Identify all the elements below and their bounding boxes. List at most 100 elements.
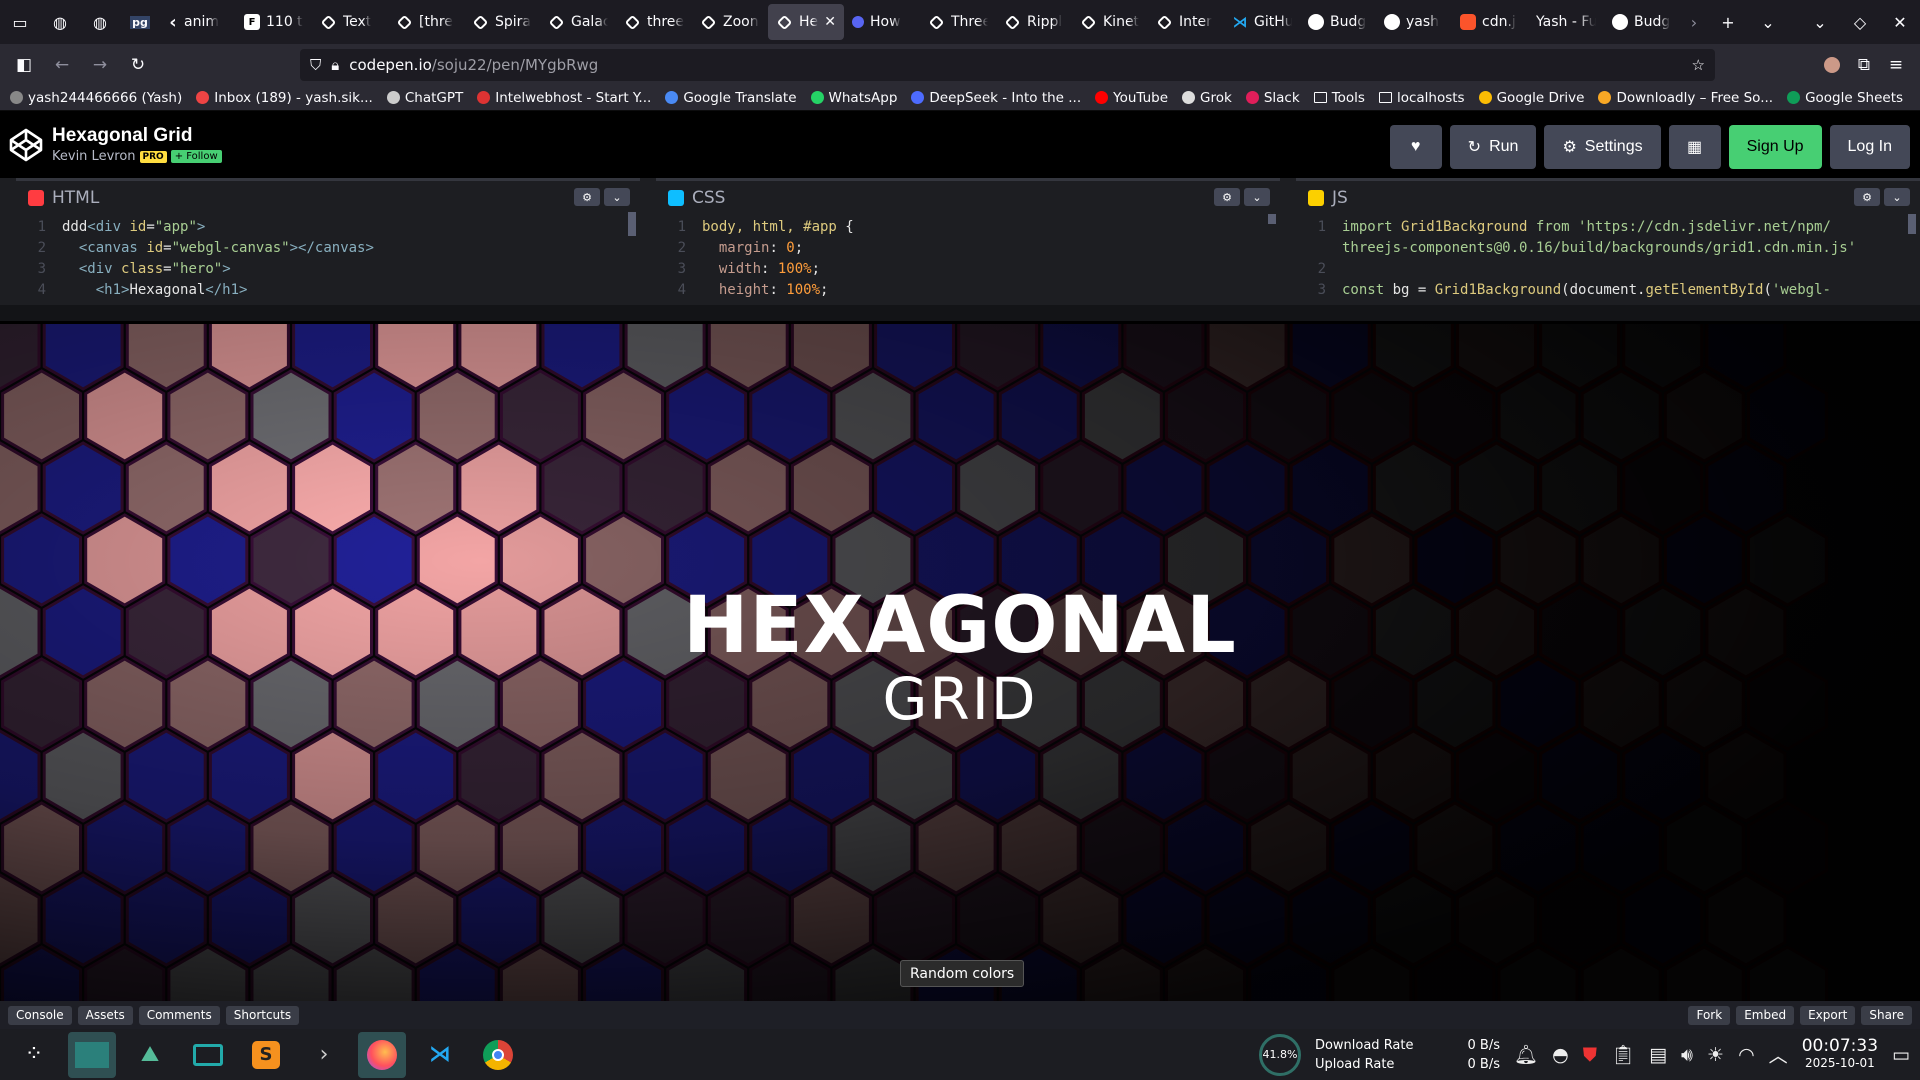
codepen-logo-icon[interactable] (8, 127, 44, 163)
lock-icon[interactable]: 🔒︎ (331, 56, 339, 74)
firefox-icon[interactable] (358, 1031, 406, 1078)
pen-title[interactable]: Hexagonal Grid (52, 125, 222, 147)
pinned-pg-tab-icon[interactable]: pg (120, 0, 160, 44)
pen-preview[interactable]: HEXAGONAL GRID Random colors (0, 324, 1920, 1001)
bookmark-item[interactable]: Google Sheets (1787, 90, 1903, 106)
close-tab-icon[interactable]: ✕ (824, 14, 836, 30)
css-scrollbar[interactable] (1268, 214, 1276, 224)
browser-tab[interactable]: Yash - Fu (1528, 4, 1604, 40)
html-scrollbar[interactable] (628, 212, 636, 236)
editor-collapse-icon[interactable]: ⌄ (1884, 188, 1910, 206)
bookmark-item[interactable]: DeepSeek - Into the ... (911, 90, 1081, 106)
security-shield-icon[interactable]: ⛊ (1583, 1044, 1597, 1066)
css-editor[interactable]: CSS ⚙ ⌄ 1 body, html, #app { 2 margin: 0; … (656, 178, 1280, 305)
browser-tab[interactable]: F 110 t (236, 4, 312, 40)
show-desktop-icon[interactable]: ▭ (1892, 1044, 1910, 1066)
html-editor[interactable]: HTML ⚙ ⌄ 1 ddd<div id="app"> 2 <canvas id=… (16, 178, 640, 305)
footer-console-button[interactable]: Console (8, 1005, 72, 1025)
account-avatar-icon[interactable] (1816, 49, 1848, 81)
follow-button[interactable]: + Follow (170, 150, 222, 163)
browser-tab[interactable]: cdn.j (1452, 4, 1528, 40)
editor-settings-icon[interactable]: ⚙ (1214, 188, 1240, 206)
html-code[interactable]: 1 ddd<div id="app"> 2 <canvas id="webgl-c… (16, 215, 640, 301)
extensions-icon[interactable]: ⧉ (1848, 49, 1880, 81)
browser-tab[interactable]: Kinet (1072, 4, 1148, 40)
clipboard-icon[interactable]: 📋︎ (1611, 1043, 1635, 1066)
signup-button[interactable]: Sign Up (1728, 125, 1822, 169)
random-colors-button[interactable]: Random colors (900, 960, 1025, 987)
browser-tab[interactable]: He ✕ (768, 4, 844, 40)
close-window-icon[interactable]: ✕ (1880, 0, 1920, 44)
pinned-globe-tab-icon[interactable]: ◍ (80, 0, 120, 44)
browser-tab[interactable]: Spira (464, 4, 540, 40)
footer-share-button[interactable]: Share (1861, 1005, 1912, 1025)
terminal-icon[interactable]: › (300, 1032, 348, 1078)
bookmark-star-icon[interactable]: ☆ (1692, 56, 1705, 74)
forward-icon[interactable]: → (84, 49, 116, 81)
scroll-tabs-right-icon[interactable]: › (1680, 0, 1708, 44)
url-bar[interactable]: ⛉ 🔒︎ codepen.io/soju22/pen/MYgbRwg ☆ (300, 48, 1715, 81)
bookmark-item[interactable]: Grok (1182, 90, 1232, 106)
settings-button[interactable]: ⚙ Settings (1544, 125, 1661, 169)
sublime-text-icon[interactable]: S (242, 1032, 290, 1078)
js-scrollbar[interactable] (1908, 214, 1916, 234)
bookmark-item[interactable]: WhatsApp (810, 90, 897, 106)
browser-tab[interactable]: Rippl (996, 4, 1072, 40)
author-name[interactable]: Kevin Levron (52, 149, 136, 164)
editor-collapse-icon[interactable]: ⌄ (604, 188, 630, 206)
login-button[interactable]: Log In (1829, 125, 1910, 169)
minimize-icon[interactable]: ⌄ (1800, 0, 1840, 44)
browser-tab[interactable]: Three (920, 4, 996, 40)
bookmark-item[interactable]: Google Translate (665, 90, 797, 106)
browser-tab[interactable]: yash (1376, 4, 1452, 40)
tab-list-icon[interactable]: ▭ (0, 0, 40, 44)
desktop-pager-icon[interactable] (68, 1031, 116, 1078)
bookmark-item[interactable]: Slack (1245, 90, 1300, 106)
editor-settings-icon[interactable]: ⚙ (1854, 188, 1880, 206)
run-button[interactable]: ↻ Run (1449, 125, 1537, 169)
browser-tab[interactable]: Text (312, 4, 388, 40)
tracking-shield-icon[interactable]: ⛉ (310, 56, 321, 74)
browser-tab[interactable]: How (844, 4, 920, 40)
footer-export-button[interactable]: Export (1800, 1005, 1856, 1025)
bookmark-item[interactable]: YouTube (1095, 90, 1168, 106)
volume-icon[interactable]: 🔊︎ (1681, 1044, 1693, 1066)
bookmark-item[interactable]: localhosts (1378, 90, 1465, 106)
browser-tab[interactable]: Inter (1148, 4, 1224, 40)
heart-button[interactable]: ♥ (1389, 125, 1442, 169)
browser-tab[interactable]: Budg (1604, 4, 1680, 40)
browser-tab[interactable]: ‹ anim (160, 4, 236, 40)
bookmark-item[interactable]: Intelwebhost - Start Y... (477, 90, 651, 106)
new-tab-icon[interactable]: + (1708, 0, 1748, 44)
bookmark-item[interactable]: Tools (1313, 90, 1365, 106)
wifi-icon[interactable]: ◠ (1738, 1044, 1755, 1066)
vscode-icon[interactable]: ⋊ (416, 1032, 464, 1078)
list-all-tabs-icon[interactable]: ⌄ (1748, 0, 1788, 44)
chrome-icon[interactable] (474, 1032, 522, 1078)
browser-tab[interactable]: Galac (540, 4, 616, 40)
brightness-icon[interactable]: ☀ (1707, 1044, 1724, 1066)
browser-tab[interactable]: [thre (388, 4, 464, 40)
menu-icon[interactable]: ≡ (1880, 49, 1912, 81)
editor-settings-icon[interactable]: ⚙ (574, 188, 600, 206)
sidebar-toggle-icon[interactable]: ◧ (8, 49, 40, 81)
browser-tab[interactable]: three (616, 4, 692, 40)
js-editor[interactable]: JS ⚙ ⌄ 1 import Grid1Background from 'http… (1296, 178, 1920, 305)
maximize-icon[interactable]: ◇ (1840, 0, 1880, 44)
bookmark-item[interactable]: ChatGPT (386, 90, 463, 106)
footer-fork-button[interactable]: Fork (1688, 1005, 1731, 1025)
bookmark-item[interactable]: Inbox (189) - yash.sik... (196, 90, 373, 106)
bookmark-item[interactable]: Google Drive (1478, 90, 1584, 106)
app-launcher-icon[interactable]: ⁘ (10, 1032, 58, 1078)
browser-tab[interactable]: Budg (1300, 4, 1376, 40)
storage-icon[interactable]: ▤ (1649, 1044, 1667, 1066)
vpn-icon[interactable]: ◓ (1552, 1044, 1569, 1066)
back-icon[interactable]: ← (46, 49, 78, 81)
footer-embed-button[interactable]: Embed (1736, 1005, 1795, 1025)
editor-collapse-icon[interactable]: ⌄ (1244, 188, 1270, 206)
footer-assets-button[interactable]: Assets (77, 1005, 133, 1025)
image-viewer-icon[interactable]: ⛰ (126, 1032, 174, 1078)
pinned-globe-tab-icon[interactable]: ◍ (40, 0, 80, 44)
footer-shortcuts-button[interactable]: Shortcuts (225, 1005, 300, 1025)
browser-tab[interactable]: Zoon (692, 4, 768, 40)
